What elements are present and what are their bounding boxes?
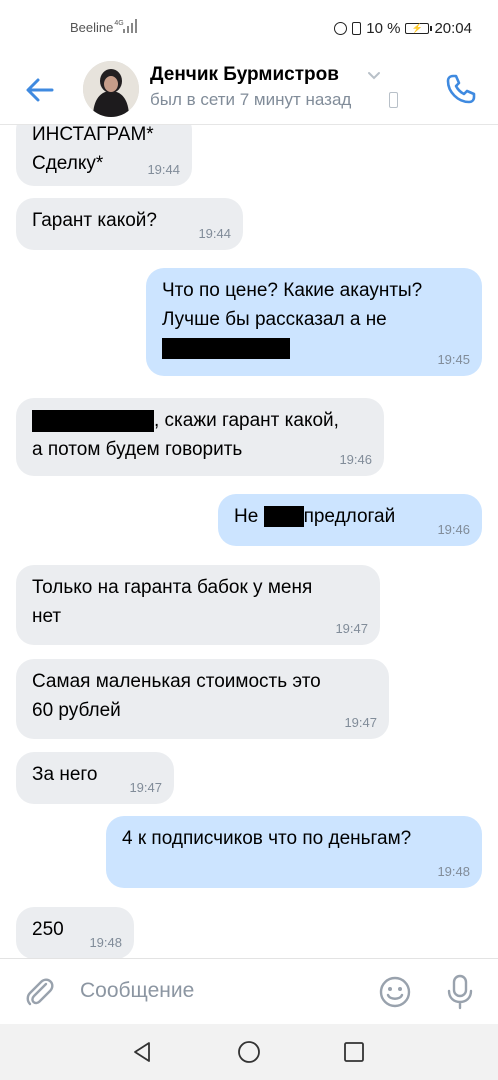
message-bubble[interactable]: За него 19:47 <box>16 752 174 804</box>
message-text: Только на гаранта бабок у меня <box>32 577 313 598</box>
message-bubble[interactable]: Что по цене? Какие акаунты? Лучше бы рас… <box>146 268 482 376</box>
message-bubble[interactable]: Гарант какой? 19:44 <box>16 198 243 250</box>
message-text: , скажи гарант какой, <box>154 410 339 431</box>
message-time: 19:46 <box>437 522 470 537</box>
message-time: 19:48 <box>437 864 470 879</box>
microphone-icon[interactable] <box>444 973 476 1011</box>
message-bubble[interactable]: Не предлогай 19:46 <box>218 494 482 546</box>
message-input[interactable] <box>74 971 376 1011</box>
status-bar: Beeline4G 10 % ⚡ 20:04 <box>0 0 498 56</box>
message-bubble[interactable]: Только на гаранта бабок у меня нет 19:47 <box>16 565 380 645</box>
message-text: 4 к подписчиков что по деньгам? <box>122 828 412 849</box>
message-bubble[interactable]: 250 19:48 <box>16 907 134 958</box>
message-text: ИНСТАГРАМ* <box>32 124 154 145</box>
message-text: 60 рублей <box>32 700 121 721</box>
last-seen-status: был в сети 7 минут назад <box>150 90 352 109</box>
message-time: 19:44 <box>198 226 231 241</box>
message-line: , скажи гарант какой, <box>32 406 370 435</box>
carrier-label: Beeline4G <box>70 20 124 35</box>
message-text: предлогай <box>303 506 396 527</box>
clock: 20:04 <box>434 19 472 37</box>
message-time: 19:45 <box>437 352 470 367</box>
message-time: 19:48 <box>89 935 122 950</box>
message-text: а потом будем говорить <box>32 439 243 460</box>
message-text: Что по цене? Какие акаунты? <box>162 280 423 301</box>
message-time: 19:47 <box>129 780 162 795</box>
redaction-block <box>162 338 290 360</box>
vibrate-icon <box>352 21 362 35</box>
arrow-left-icon[interactable] <box>22 72 58 108</box>
message-bubble[interactable]: 4 к подписчиков что по деньгам? 19:48 <box>106 816 482 888</box>
message-time: 19:46 <box>339 452 372 467</box>
message-text: Лучше бы рассказал а не <box>162 309 387 330</box>
message-text: Не <box>234 506 259 527</box>
signal-icon <box>123 19 137 33</box>
message-composer <box>0 958 498 1025</box>
battery-percent: 10 % <box>366 19 401 37</box>
message-time: 19:47 <box>335 621 368 636</box>
nav-home-icon[interactable] <box>237 1040 261 1064</box>
message-list[interactable]: ИНСТАГРАМ* Сделку* 19:44 Гарант какой? 1… <box>0 124 498 958</box>
message-bubble[interactable]: Самая маленькая стоимость это 60 рублей … <box>16 659 389 739</box>
message-line: Не предлогай <box>234 502 468 531</box>
message-text: Самая маленькая стоимость это <box>32 671 321 692</box>
carrier-name: Beeline <box>70 20 114 35</box>
status-right: 10 % ⚡ 20:04 <box>334 17 472 39</box>
redaction-block <box>263 506 304 528</box>
message-time: 19:47 <box>344 715 377 730</box>
message-text: нет <box>32 606 62 627</box>
nav-recent-apps-icon[interactable] <box>343 1041 365 1063</box>
mobile-device-icon <box>389 92 398 108</box>
message-time: 19:44 <box>147 162 180 177</box>
chat-header: Денчик Бурмистров был в сети 7 минут наз… <box>0 56 498 125</box>
redaction-block <box>32 409 154 432</box>
avatar[interactable] <box>83 61 139 117</box>
message-bubble[interactable]: ИНСТАГРАМ* Сделку* 19:44 <box>16 124 192 186</box>
phone-icon[interactable] <box>442 70 480 108</box>
battery-charging-icon: ⚡ <box>405 22 433 34</box>
paperclip-icon[interactable] <box>22 975 56 1009</box>
message-bubble[interactable]: , скажи гарант какой, а потом будем гово… <box>16 398 384 476</box>
system-navigation-bar <box>0 1024 498 1080</box>
nav-back-icon[interactable] <box>130 1040 154 1064</box>
contact-name[interactable]: Денчик Бурмистров <box>150 64 339 86</box>
avatar-photo <box>83 61 139 117</box>
smile-icon[interactable] <box>378 975 412 1009</box>
chevron-down-icon[interactable] <box>367 68 381 82</box>
alarm-icon <box>334 21 348 35</box>
